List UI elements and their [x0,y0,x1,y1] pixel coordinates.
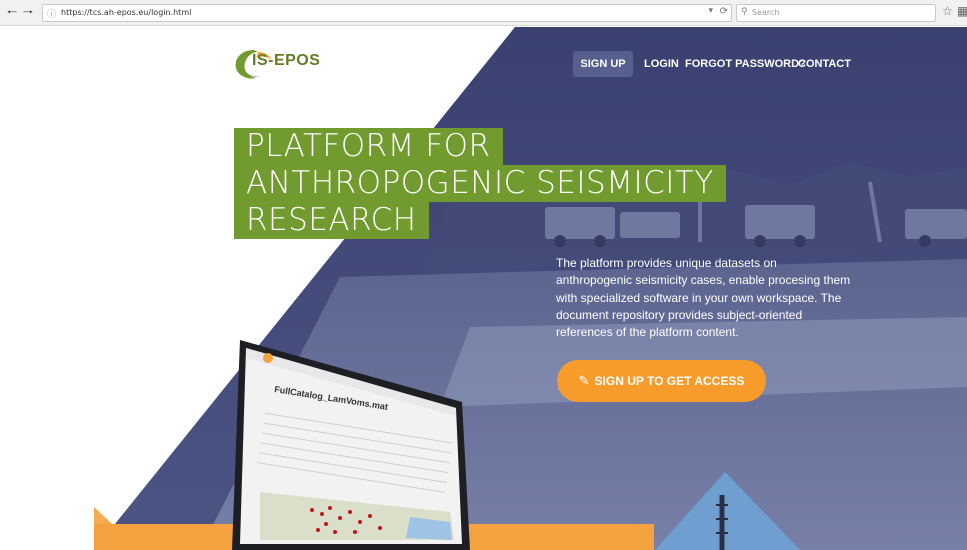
logo-text[interactable]: IS-EPOS [252,52,320,70]
star-icon[interactable]: ☆ [942,4,953,18]
pencil-icon: ✎ [578,374,590,389]
monitor-screenshot-image: FullCatalog_LamVoms.mat [232,340,470,550]
hero-description: The platform provides unique datasets on… [556,256,851,340]
dropdown-arrow-icon[interactable]: ▾ [708,6,713,16]
page-info-icon[interactable]: ⓘ [47,7,56,20]
browser-toolbar: 🠐 🠒 ⓘ https://tcs.ah-epos.eu/login.html … [0,0,967,26]
clipboard-icon[interactable]: ▦ [957,4,967,18]
headline-line-3: RESEARCH [234,202,429,239]
search-icon: ⚲ [741,7,748,17]
search-input[interactable]: ⚲ Search [736,4,936,22]
headline-line-2: ANTHROPOGENIC SEISMICITY [234,165,726,202]
headline-line-1: PLATFORM FOR [234,128,503,165]
url-text: https://tcs.ah-epos.eu/login.html [61,8,192,17]
reload-icon[interactable]: ⟳ [720,6,728,17]
back-arrow-icon[interactable]: 🠐 [4,4,20,20]
forward-arrow-icon[interactable]: 🠒 [20,4,36,20]
nav-forgot-password-link[interactable]: FORGOT PASSWORD? [685,51,806,77]
nav-contact-link[interactable]: CONTACT [798,51,851,77]
nav-login-link[interactable]: LOGIN [644,51,679,77]
signup-cta-button[interactable]: ✎ SIGN UP TO GET ACCESS [557,360,766,402]
cta-label: SIGN UP TO GET ACCESS [594,374,745,388]
address-bar[interactable]: ⓘ https://tcs.ah-epos.eu/login.html ▾ ⟳ [42,4,732,22]
nav-signup-button[interactable]: SIGN UP [573,51,633,77]
search-placeholder: Search [752,8,780,17]
landing-page: IS-EPOS SIGN UP LOGIN FORGOT PASSWORD? C… [0,27,967,550]
